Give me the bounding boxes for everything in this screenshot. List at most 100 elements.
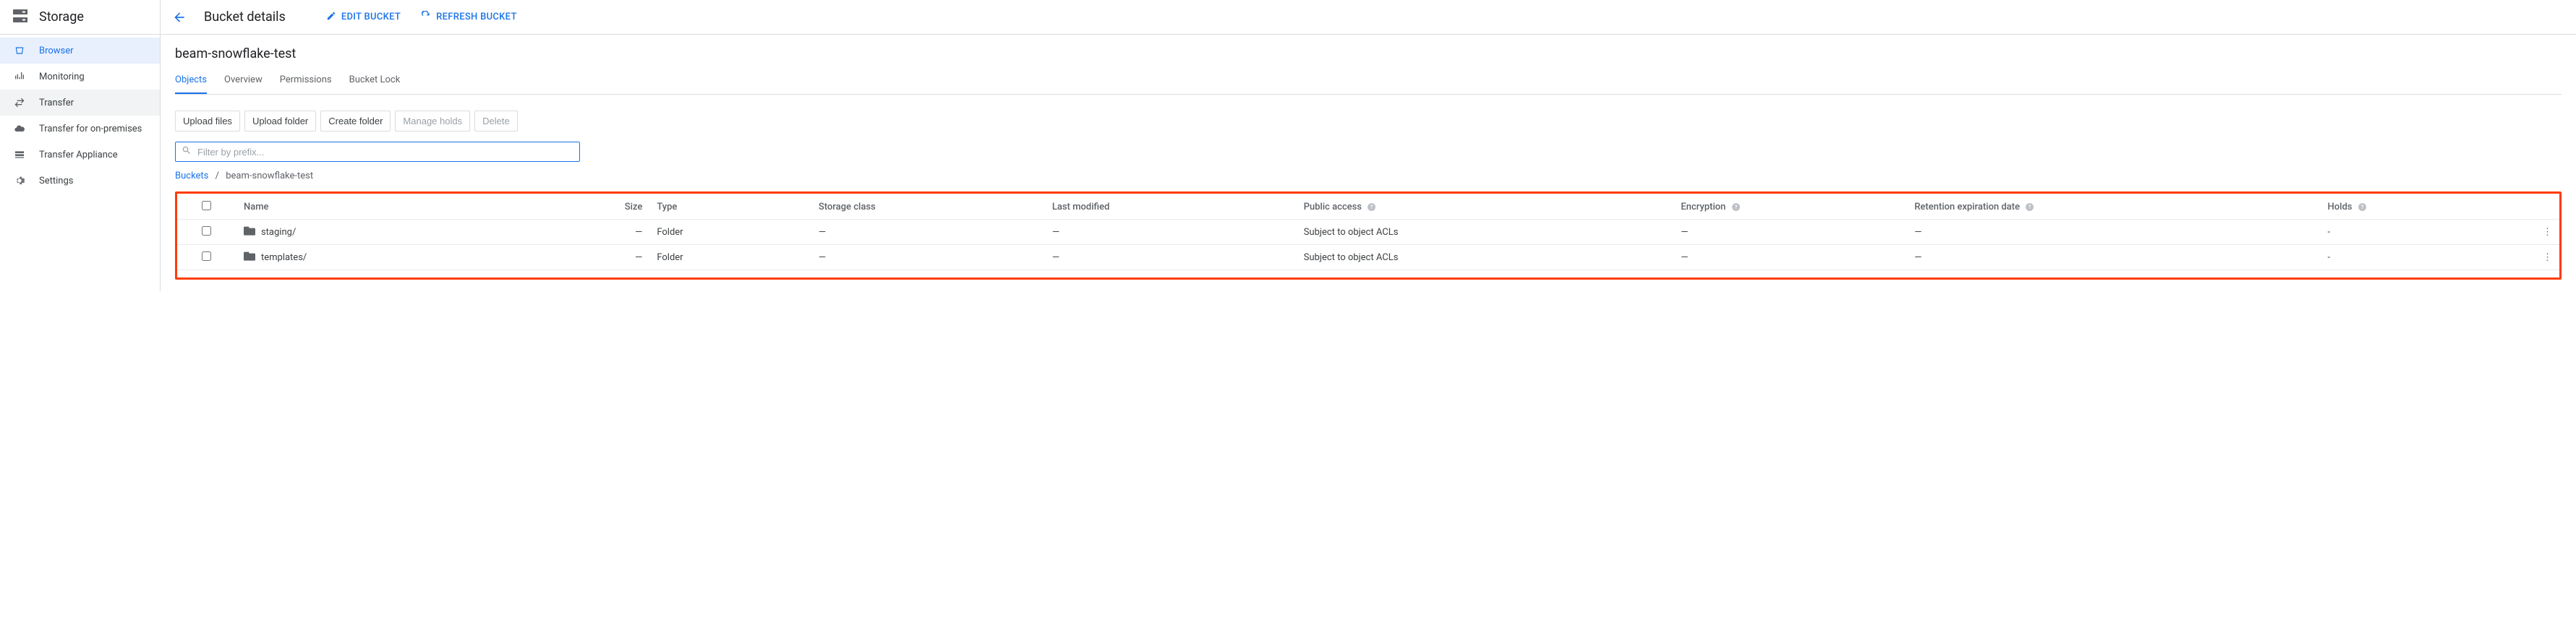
sidebar-item-label: Settings: [39, 176, 73, 186]
object-name[interactable]: templates/: [261, 252, 307, 263]
cloud-upload-icon: [13, 123, 26, 134]
pencil-icon: [326, 11, 336, 24]
objects-table: Name Size Type Storage class Last modifi…: [177, 195, 2559, 270]
content: beam-snowflake-test Objects Overview Per…: [161, 35, 2576, 291]
row-menu-button[interactable]: ⋮: [2543, 227, 2552, 238]
col-retention[interactable]: Retention expiration date ?: [1907, 195, 2320, 220]
help-icon[interactable]: ?: [1367, 202, 1376, 212]
filter-box[interactable]: [175, 142, 580, 162]
refresh-bucket-label: REFRESH BUCKET: [436, 12, 517, 22]
edit-bucket-label: EDIT BUCKET: [341, 12, 401, 22]
col-last-modified[interactable]: Last modified: [1045, 195, 1297, 220]
cell-type: Folder: [649, 245, 811, 270]
sidebar: Storage Browser Monitoring Transfer: [0, 0, 161, 291]
tab-permissions[interactable]: Permissions: [280, 69, 332, 94]
upload-files-button[interactable]: Upload files: [175, 111, 240, 132]
help-icon[interactable]: ?: [2025, 202, 2034, 212]
sidebar-item-label: Monitoring: [39, 72, 85, 82]
cell-size: —: [560, 245, 649, 270]
svg-text:?: ?: [2360, 204, 2363, 210]
col-storage-class[interactable]: Storage class: [811, 195, 1045, 220]
refresh-icon: [421, 11, 431, 24]
cell-size: —: [560, 220, 649, 245]
cell-public-access: Subject to object ACLs: [1297, 220, 1674, 245]
help-icon[interactable]: ?: [1731, 202, 1741, 212]
delete-button: Delete: [474, 111, 518, 132]
cell-last-modified: —: [1045, 220, 1297, 245]
filter-input[interactable]: [197, 147, 573, 158]
gear-icon: [13, 175, 26, 186]
nav: Browser Monitoring Transfer Transfer for…: [0, 35, 160, 194]
sidebar-item-transfer-on-prem[interactable]: Transfer for on-premises: [0, 116, 160, 142]
cell-encryption: —: [1673, 220, 1907, 245]
cell-holds: -: [2321, 220, 2500, 245]
cell-encryption: —: [1673, 245, 1907, 270]
sidebar-item-label: Browser: [39, 46, 74, 56]
top-actions: EDIT BUCKET REFRESH BUCKET: [326, 11, 517, 24]
product-header: Storage: [0, 0, 160, 35]
cell-holds: -: [2321, 245, 2500, 270]
upload-folder-button[interactable]: Upload folder: [244, 111, 316, 132]
product-title: Storage: [39, 9, 84, 25]
main: Bucket details EDIT BUCKET REFRESH BUCKE…: [161, 0, 2576, 291]
sidebar-item-label: Transfer: [39, 98, 74, 108]
table-header-row: Name Size Type Storage class Last modifi…: [177, 195, 2559, 220]
table-row[interactable]: templates/ — Folder — — Subject to objec…: [177, 245, 2559, 270]
tabs: Objects Overview Permissions Bucket Lock: [175, 69, 2562, 95]
back-button[interactable]: [172, 10, 187, 25]
tab-objects[interactable]: Objects: [175, 69, 207, 94]
appliance-icon: [13, 149, 26, 160]
svg-text:?: ?: [1370, 204, 1373, 210]
cell-retention: —: [1907, 220, 2320, 245]
sidebar-item-settings[interactable]: Settings: [0, 168, 160, 194]
create-folder-button[interactable]: Create folder: [320, 111, 391, 132]
object-name[interactable]: staging/: [261, 227, 296, 238]
table-row[interactable]: staging/ — Folder — — Subject to object …: [177, 220, 2559, 245]
page-title: Bucket details: [204, 9, 286, 25]
topbar: Bucket details EDIT BUCKET REFRESH BUCKE…: [161, 0, 2576, 35]
objects-table-highlight: Name Size Type Storage class Last modifi…: [175, 191, 2562, 280]
sidebar-item-label: Transfer for on-premises: [39, 124, 142, 134]
tab-bucket-lock[interactable]: Bucket Lock: [349, 69, 401, 94]
toolbar: Upload files Upload folder Create folder…: [175, 111, 2562, 132]
col-type[interactable]: Type: [649, 195, 811, 220]
cell-storage-class: —: [811, 245, 1045, 270]
sidebar-item-label: Transfer Appliance: [39, 150, 118, 160]
sidebar-item-transfer[interactable]: Transfer: [0, 90, 160, 116]
transfer-icon: [13, 97, 26, 108]
row-checkbox[interactable]: [202, 251, 211, 261]
col-public-access[interactable]: Public access ?: [1297, 195, 1674, 220]
sidebar-item-browser[interactable]: Browser: [0, 38, 160, 64]
breadcrumb-separator: /: [216, 171, 219, 181]
sidebar-item-monitoring[interactable]: Monitoring: [0, 64, 160, 90]
breadcrumb-root[interactable]: Buckets: [175, 171, 208, 181]
folder-icon: [244, 251, 255, 264]
bucket-icon: [13, 45, 26, 56]
refresh-bucket-button[interactable]: REFRESH BUCKET: [421, 11, 517, 24]
svg-text:?: ?: [2029, 204, 2031, 210]
select-all-checkbox[interactable]: [202, 201, 211, 210]
cell-retention: —: [1907, 245, 2320, 270]
tab-overview[interactable]: Overview: [224, 69, 263, 94]
col-name[interactable]: Name: [236, 195, 560, 220]
folder-icon: [244, 225, 255, 238]
col-size[interactable]: Size: [560, 195, 649, 220]
cell-storage-class: —: [811, 220, 1045, 245]
storage-icon: [13, 9, 27, 25]
row-checkbox[interactable]: [202, 226, 211, 236]
sidebar-item-transfer-appliance[interactable]: Transfer Appliance: [0, 142, 160, 168]
breadcrumb-current: beam-snowflake-test: [226, 171, 313, 181]
svg-text:?: ?: [1734, 204, 1737, 210]
cell-type: Folder: [649, 220, 811, 245]
chart-icon: [13, 71, 26, 82]
cell-public-access: Subject to object ACLs: [1297, 245, 1674, 270]
cell-last-modified: —: [1045, 245, 1297, 270]
col-encryption[interactable]: Encryption ?: [1673, 195, 1907, 220]
search-icon: [182, 145, 192, 158]
edit-bucket-button[interactable]: EDIT BUCKET: [326, 11, 401, 24]
help-icon[interactable]: ?: [2358, 202, 2367, 212]
col-holds[interactable]: Holds ?: [2321, 195, 2500, 220]
breadcrumb: Buckets / beam-snowflake-test: [175, 171, 2562, 181]
row-menu-button[interactable]: ⋮: [2543, 252, 2552, 263]
manage-holds-button: Manage holds: [395, 111, 470, 132]
